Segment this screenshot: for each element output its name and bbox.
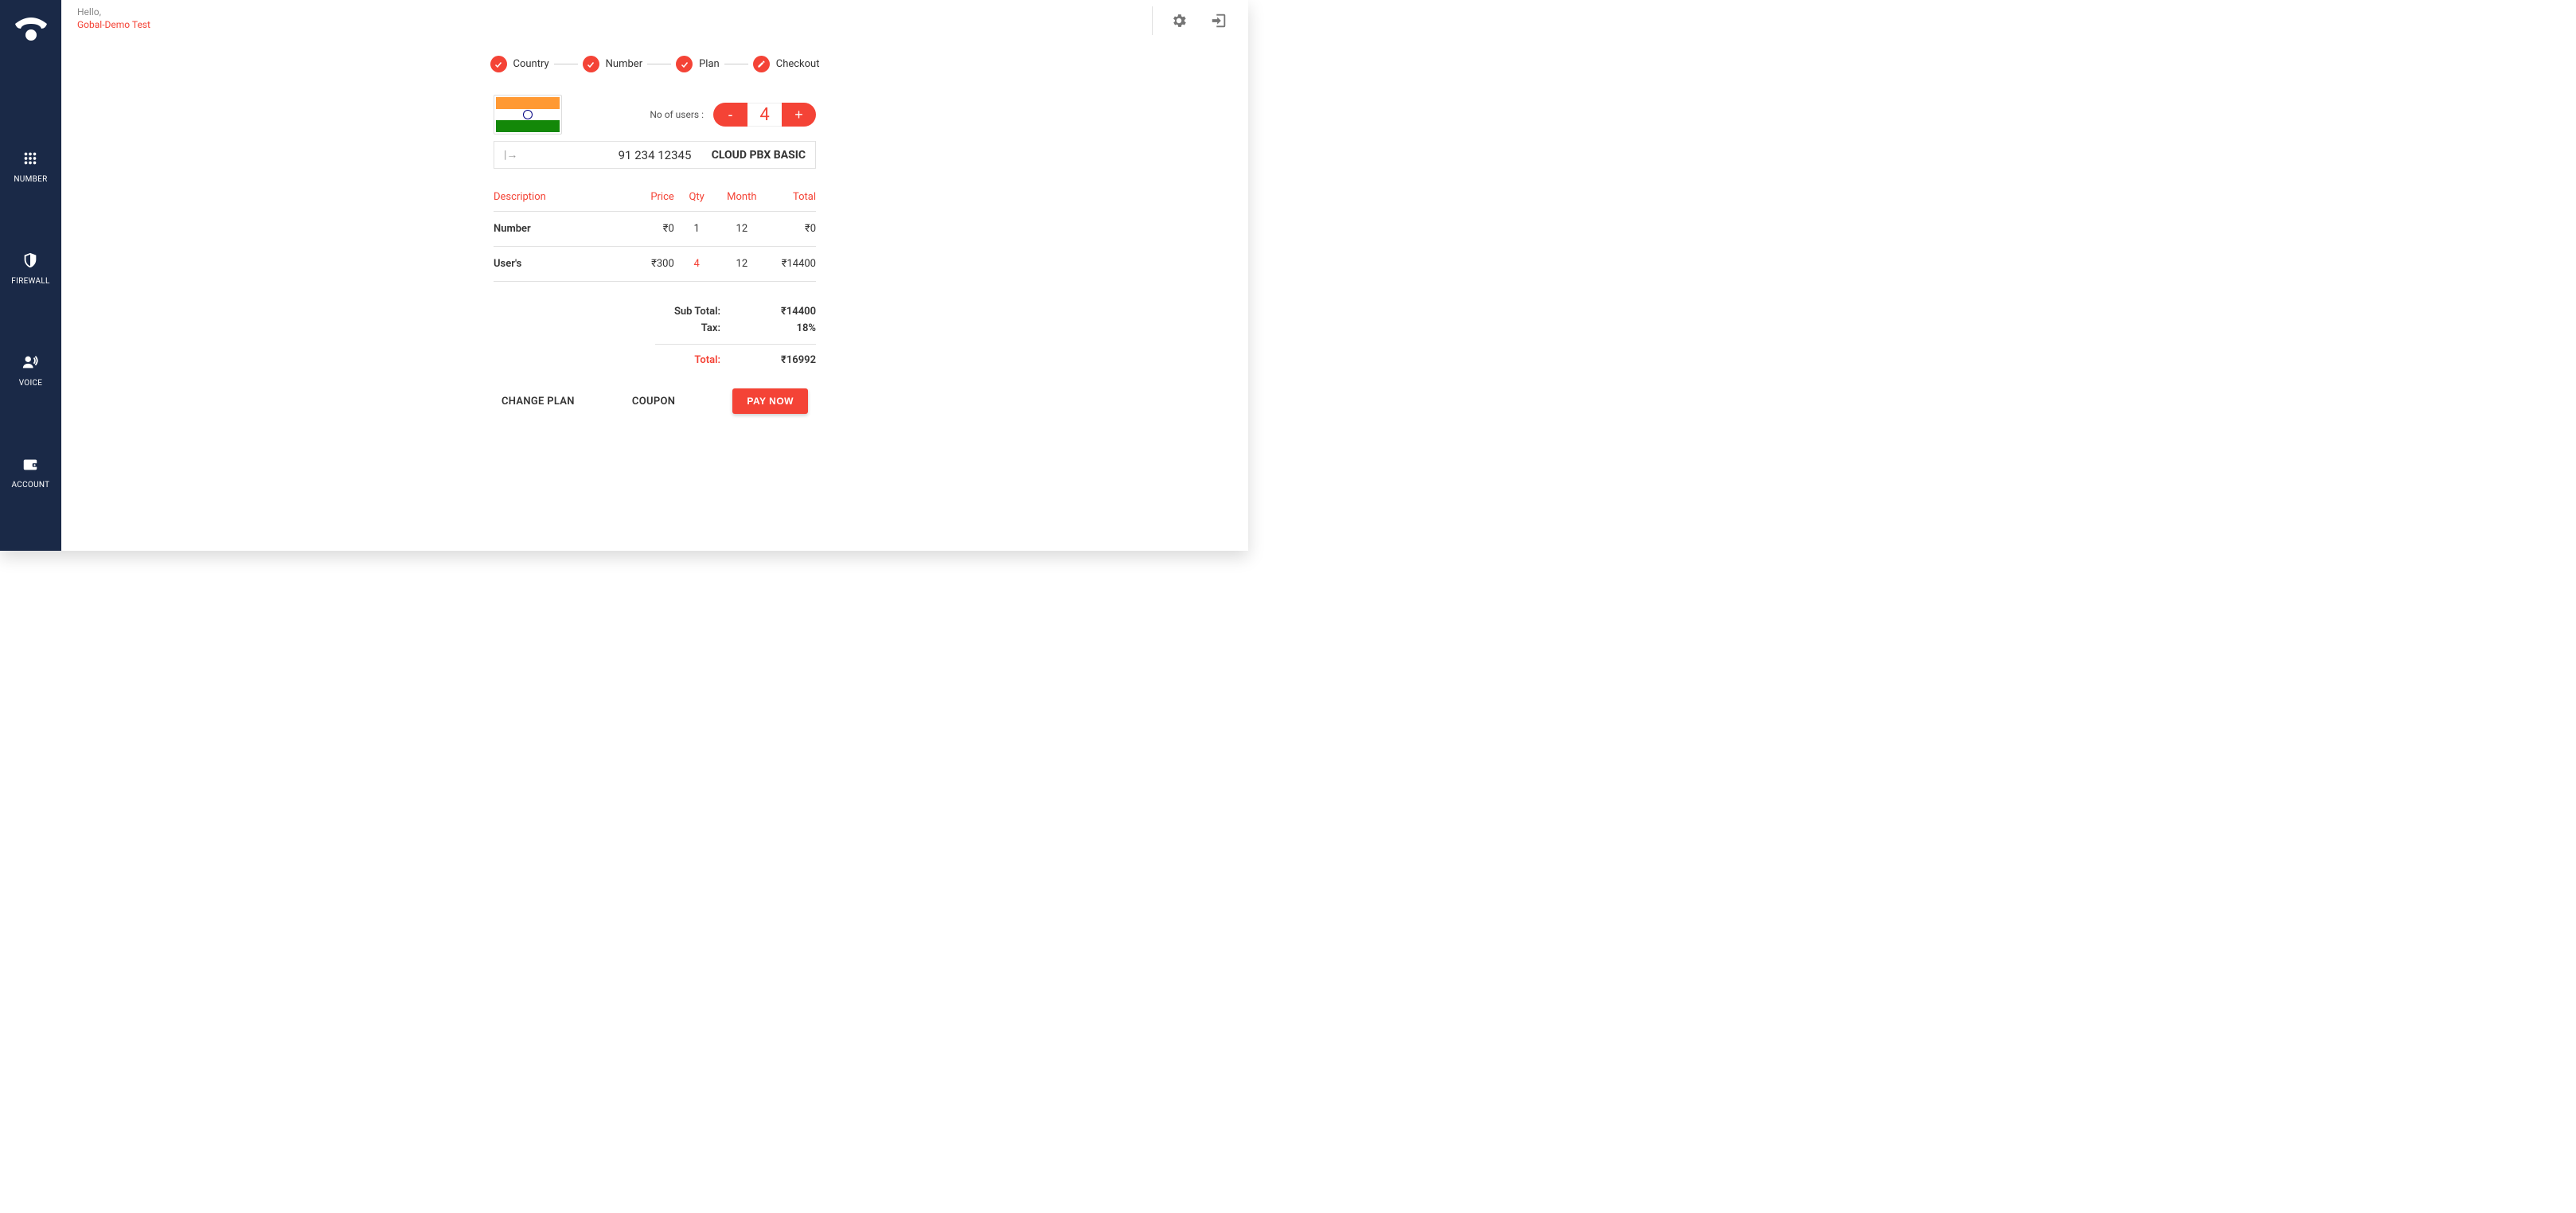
subtotal-value: ₹14400 (768, 306, 816, 318)
gear-icon[interactable] (1170, 12, 1188, 29)
voice-icon (21, 353, 39, 371)
table-row: Number ₹0 1 12 ₹0 (494, 212, 816, 247)
step-label: Plan (699, 58, 720, 70)
logout-icon[interactable] (1210, 12, 1228, 29)
phone-number: 91 234 12345 (619, 148, 692, 162)
th-total: Total (764, 180, 816, 212)
table-row: User's ₹300 4 12 ₹14400 (494, 247, 816, 282)
plan-name: CLOUD PBX BASIC (712, 149, 806, 162)
check-icon (680, 60, 689, 69)
users-count: 4 (747, 103, 782, 127)
sidebar-label: VOICE (19, 379, 43, 388)
dialpad-icon (21, 150, 39, 167)
cell-price: ₹300 (616, 247, 674, 282)
step-plan[interactable]: Plan (676, 56, 720, 72)
sidebar-item-account[interactable]: ACCOUNT (12, 455, 50, 489)
sidebar-label: FIREWALL (11, 277, 49, 286)
sidebar-item-voice[interactable]: VOICE (19, 353, 43, 388)
total-value: ₹16992 (768, 354, 816, 366)
cell-month: 12 (719, 212, 764, 247)
main-content: Hello, Gobal-Demo Test (61, 0, 1248, 551)
users-control: No of users : - 4 + (650, 103, 816, 127)
change-plan-button[interactable]: CHANGE PLAN (502, 396, 575, 408)
subtotal-label: Sub Total: (673, 306, 720, 318)
coupon-button[interactable]: COUPON (632, 396, 675, 408)
cell-description: User's (494, 247, 616, 282)
header: Hello, Gobal-Demo Test (61, 0, 1248, 41)
th-price: Price (616, 180, 674, 212)
app-logo-icon (11, 14, 51, 46)
increase-users-button[interactable]: + (782, 103, 816, 127)
decrease-users-button[interactable]: - (713, 103, 747, 127)
step-label: Checkout (776, 58, 820, 70)
users-label: No of users : (650, 109, 704, 120)
step-number[interactable]: Number (583, 56, 642, 72)
check-icon (494, 60, 503, 69)
sidebar-label: NUMBER (14, 175, 47, 184)
cell-qty: 1 (674, 212, 720, 247)
sidebar: NUMBER FIREWALL VOICE ACCOUNT (0, 0, 61, 551)
total-label: Total: (673, 354, 720, 366)
greeting-text: Hello, (77, 6, 150, 18)
username-text: Gobal-Demo Test (77, 19, 150, 30)
stepper: Country Number Plan (490, 56, 820, 72)
pay-now-button[interactable]: PAY NOW (732, 388, 808, 414)
wallet-icon (21, 455, 39, 473)
th-description: Description (494, 180, 616, 212)
cell-description: Number (494, 212, 616, 247)
tax-value: 18% (768, 322, 816, 334)
cell-total: ₹0 (764, 212, 816, 247)
summary: Sub Total: ₹14400 Tax: 18% Total: ₹16992 (494, 306, 816, 366)
step-label: Country (513, 58, 549, 70)
check-icon (586, 60, 595, 69)
th-month: Month (719, 180, 764, 212)
shield-icon (21, 252, 39, 269)
summary-divider (655, 344, 817, 345)
checkout-card: No of users : - 4 + |→ 91 234 12345 CLOU… (494, 95, 816, 414)
sidebar-item-number[interactable]: NUMBER (14, 150, 47, 184)
arrow-right-icon: |→ (504, 148, 517, 162)
tax-label: Tax: (673, 322, 720, 334)
th-qty: Qty (674, 180, 720, 212)
pricing-table: Description Price Qty Month Total Number… (494, 180, 816, 282)
cell-price: ₹0 (616, 212, 674, 247)
cell-month: 12 (719, 247, 764, 282)
cell-qty: 4 (674, 247, 720, 282)
step-label: Number (606, 58, 642, 70)
cell-total: ₹14400 (764, 247, 816, 282)
step-country[interactable]: Country (490, 56, 549, 72)
sidebar-label: ACCOUNT (12, 481, 50, 489)
country-flag (494, 95, 562, 135)
edit-icon (757, 60, 766, 68)
header-divider (1152, 6, 1153, 35)
phone-plan-row: |→ 91 234 12345 CLOUD PBX BASIC (494, 141, 816, 169)
sidebar-item-firewall[interactable]: FIREWALL (11, 252, 49, 286)
actions-row: CHANGE PLAN COUPON PAY NOW (494, 388, 816, 414)
step-checkout[interactable]: Checkout (753, 56, 820, 72)
